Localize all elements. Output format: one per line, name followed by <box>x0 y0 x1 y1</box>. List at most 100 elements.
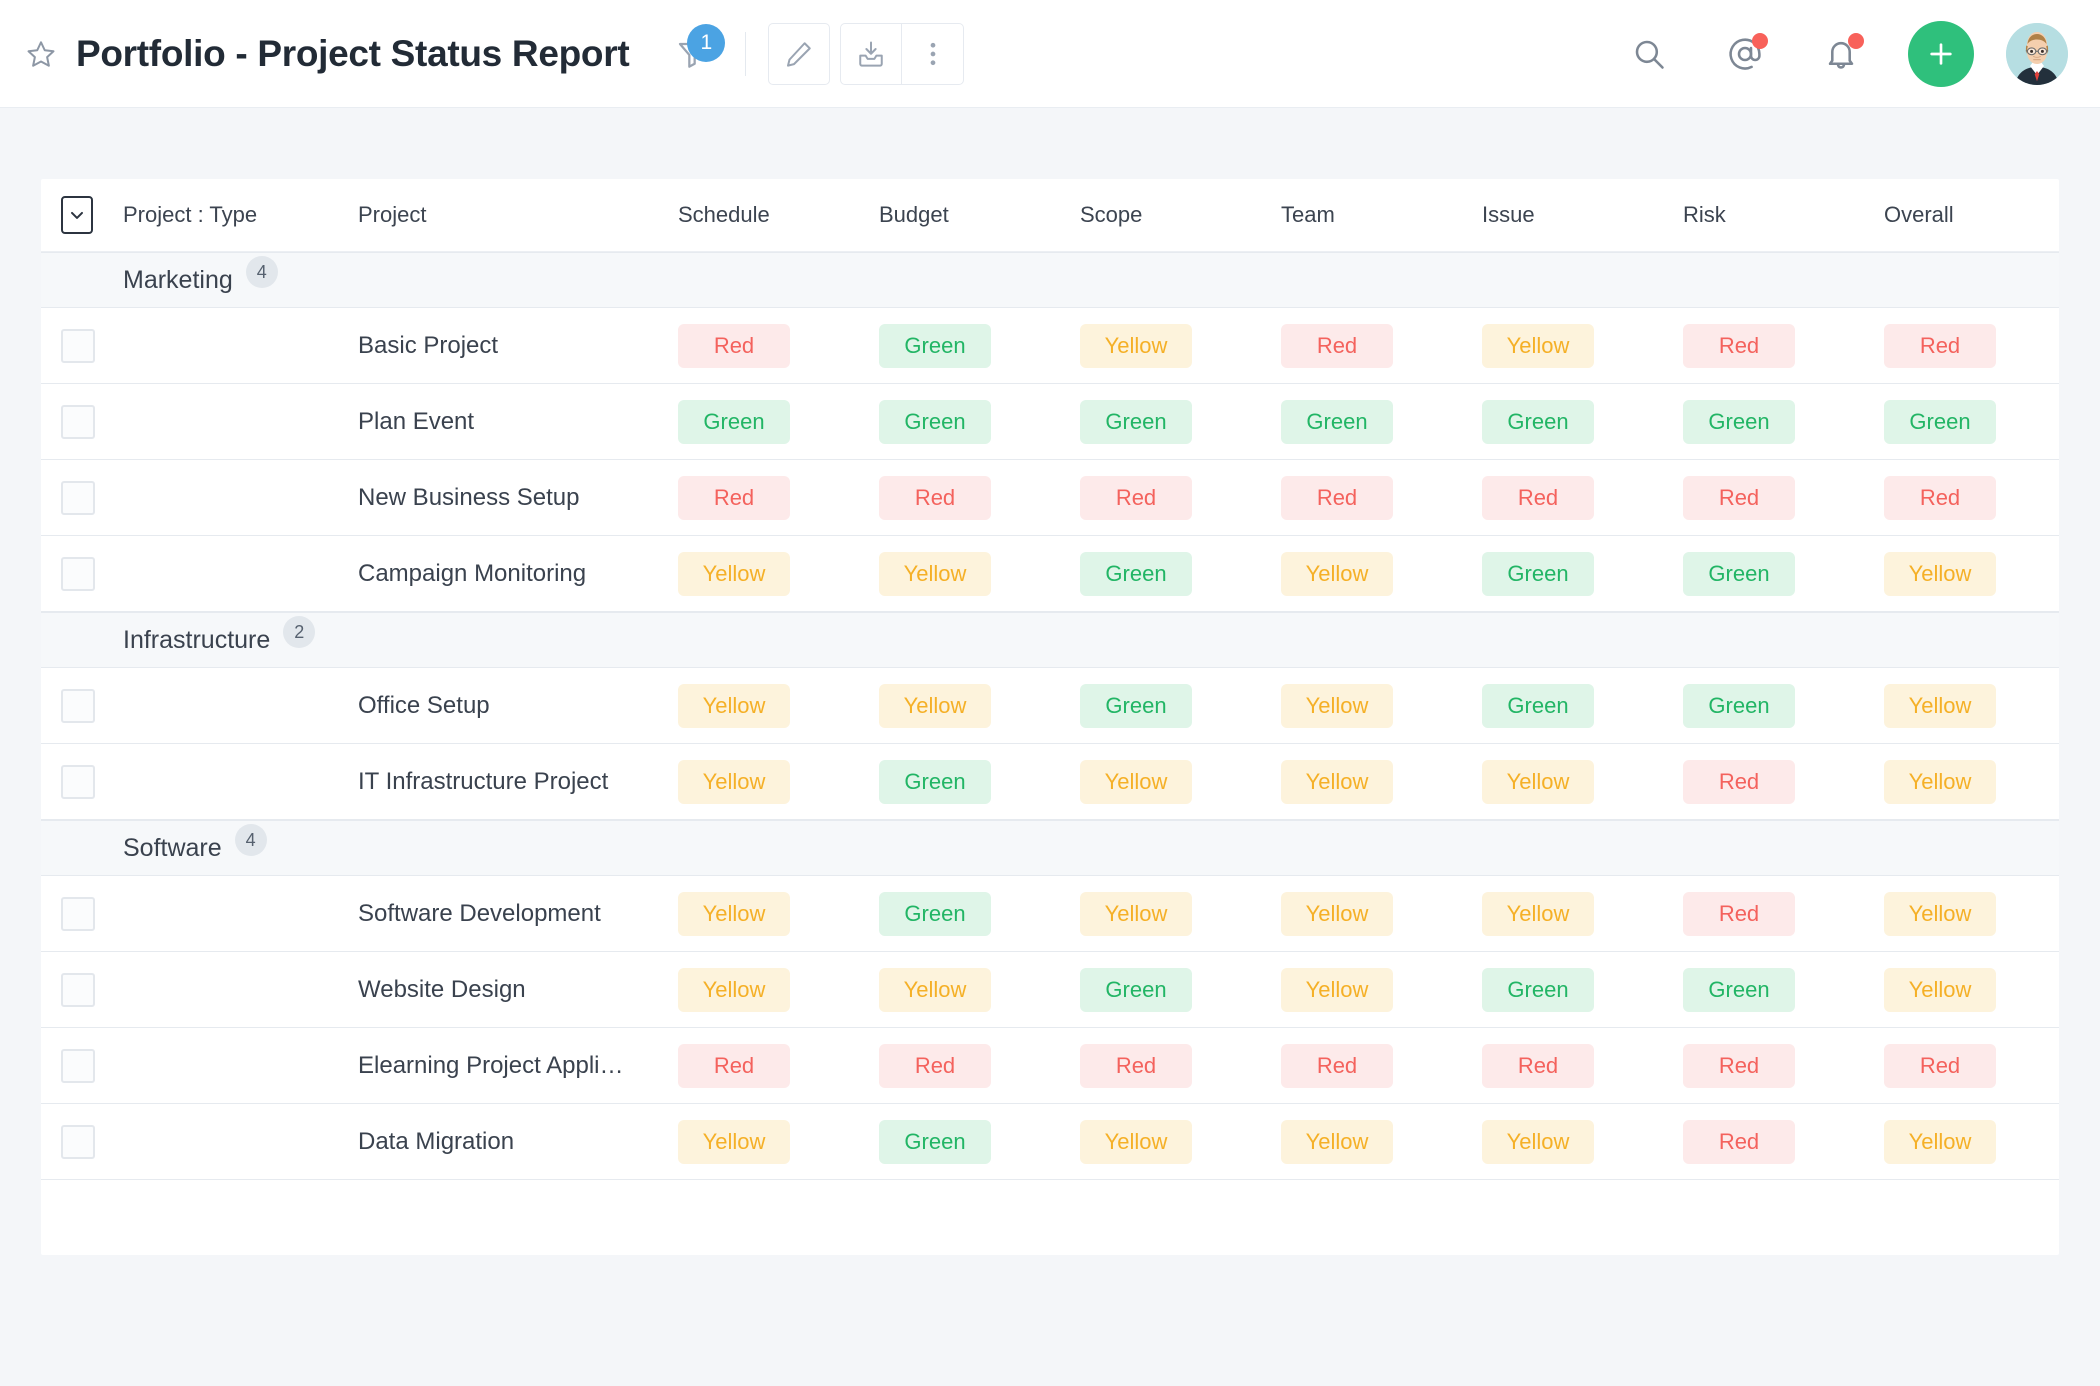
status-cell-risk[interactable]: Green <box>1683 400 1884 444</box>
status-cell-scope[interactable]: Yellow <box>1080 760 1281 804</box>
status-cell-schedule[interactable]: Red <box>678 476 879 520</box>
status-cell-overall[interactable]: Yellow <box>1884 684 2085 728</box>
status-cell-issue[interactable]: Green <box>1482 552 1683 596</box>
status-cell-issue[interactable]: Yellow <box>1482 760 1683 804</box>
select-all-checkbox[interactable] <box>61 196 93 234</box>
status-cell-overall[interactable]: Yellow <box>1884 968 2085 1012</box>
row-select-cell[interactable] <box>41 557 123 591</box>
status-cell-scope[interactable]: Green <box>1080 684 1281 728</box>
status-cell-issue[interactable]: Yellow <box>1482 1120 1683 1164</box>
row-select-cell[interactable] <box>41 329 123 363</box>
status-cell-scope[interactable]: Red <box>1080 476 1281 520</box>
status-cell-scope[interactable]: Yellow <box>1080 1120 1281 1164</box>
table-row[interactable]: Campaign MonitoringYellowYellowGreenYell… <box>41 536 2059 612</box>
status-cell-schedule[interactable]: Yellow <box>678 684 879 728</box>
status-cell-budget[interactable]: Yellow <box>879 968 1080 1012</box>
table-row[interactable]: New Business SetupRedRedRedRedRedRedRed <box>41 460 2059 536</box>
row-checkbox[interactable] <box>61 1125 95 1159</box>
status-cell-overall[interactable]: Yellow <box>1884 1120 2085 1164</box>
group-header-row[interactable]: Marketing4 <box>41 252 2059 308</box>
status-cell-issue[interactable]: Green <box>1482 400 1683 444</box>
status-cell-budget[interactable]: Green <box>879 892 1080 936</box>
status-cell-schedule[interactable]: Yellow <box>678 760 879 804</box>
row-select-cell[interactable] <box>41 1049 123 1083</box>
row-checkbox[interactable] <box>61 973 95 1007</box>
status-cell-overall[interactable]: Red <box>1884 324 2085 368</box>
row-select-cell[interactable] <box>41 689 123 723</box>
column-header-budget[interactable]: Budget <box>879 202 1080 228</box>
row-select-cell[interactable] <box>41 765 123 799</box>
column-header-type[interactable]: Project : Type <box>123 202 358 228</box>
status-cell-overall[interactable]: Yellow <box>1884 552 2085 596</box>
status-cell-team[interactable]: Yellow <box>1281 552 1482 596</box>
row-checkbox[interactable] <box>61 329 95 363</box>
status-cell-schedule[interactable]: Yellow <box>678 552 879 596</box>
column-header-team[interactable]: Team <box>1281 202 1482 228</box>
status-cell-team[interactable]: Yellow <box>1281 760 1482 804</box>
status-cell-schedule[interactable]: Red <box>678 324 879 368</box>
table-row[interactable]: Plan EventGreenGreenGreenGreenGreenGreen… <box>41 384 2059 460</box>
notifications-button[interactable] <box>1810 23 1872 85</box>
status-cell-overall[interactable]: Red <box>1884 476 2085 520</box>
status-cell-team[interactable]: Yellow <box>1281 1120 1482 1164</box>
table-row[interactable]: IT Infrastructure ProjectYellowGreenYell… <box>41 744 2059 820</box>
status-cell-issue[interactable]: Green <box>1482 968 1683 1012</box>
status-cell-issue[interactable]: Red <box>1482 1044 1683 1088</box>
status-cell-budget[interactable]: Green <box>879 400 1080 444</box>
status-cell-risk[interactable]: Red <box>1683 760 1884 804</box>
status-cell-team[interactable]: Red <box>1281 476 1482 520</box>
group-header-row[interactable]: Software4 <box>41 820 2059 876</box>
status-cell-risk[interactable]: Green <box>1683 968 1884 1012</box>
user-avatar[interactable] <box>2006 23 2068 85</box>
row-checkbox[interactable] <box>61 765 95 799</box>
status-cell-overall[interactable]: Yellow <box>1884 892 2085 936</box>
export-button[interactable] <box>840 23 902 85</box>
status-cell-risk[interactable]: Red <box>1683 892 1884 936</box>
favorite-star-icon[interactable] <box>18 31 64 77</box>
select-all-cell[interactable] <box>41 196 123 234</box>
table-row[interactable]: Data MigrationYellowGreenYellowYellowYel… <box>41 1104 2059 1180</box>
status-cell-team[interactable]: Yellow <box>1281 892 1482 936</box>
status-cell-schedule[interactable]: Yellow <box>678 968 879 1012</box>
table-row[interactable]: Software DevelopmentYellowGreenYellowYel… <box>41 876 2059 952</box>
status-cell-team[interactable]: Green <box>1281 400 1482 444</box>
status-cell-schedule[interactable]: Yellow <box>678 892 879 936</box>
column-header-risk[interactable]: Risk <box>1683 202 1884 228</box>
status-cell-risk[interactable]: Red <box>1683 324 1884 368</box>
status-cell-scope[interactable]: Green <box>1080 968 1281 1012</box>
status-cell-budget[interactable]: Green <box>879 760 1080 804</box>
row-select-cell[interactable] <box>41 405 123 439</box>
status-cell-overall[interactable]: Yellow <box>1884 760 2085 804</box>
status-cell-schedule[interactable]: Green <box>678 400 879 444</box>
group-header-row[interactable]: Infrastructure2 <box>41 612 2059 668</box>
mentions-button[interactable] <box>1714 23 1776 85</box>
status-cell-budget[interactable]: Yellow <box>879 552 1080 596</box>
search-button[interactable] <box>1618 23 1680 85</box>
status-cell-risk[interactable]: Green <box>1683 684 1884 728</box>
status-cell-budget[interactable]: Red <box>879 476 1080 520</box>
row-select-cell[interactable] <box>41 973 123 1007</box>
row-checkbox[interactable] <box>61 1049 95 1083</box>
status-cell-risk[interactable]: Red <box>1683 476 1884 520</box>
status-cell-team[interactable]: Red <box>1281 324 1482 368</box>
filter-button[interactable]: 1 <box>669 26 715 82</box>
status-cell-risk[interactable]: Red <box>1683 1120 1884 1164</box>
add-new-button[interactable] <box>1908 21 1974 87</box>
status-cell-issue[interactable]: Yellow <box>1482 892 1683 936</box>
status-cell-issue[interactable]: Green <box>1482 684 1683 728</box>
row-checkbox[interactable] <box>61 481 95 515</box>
table-row[interactable]: Website DesignYellowYellowGreenYellowGre… <box>41 952 2059 1028</box>
status-cell-team[interactable]: Yellow <box>1281 968 1482 1012</box>
column-header-schedule[interactable]: Schedule <box>678 202 879 228</box>
status-cell-scope[interactable]: Red <box>1080 1044 1281 1088</box>
status-cell-budget[interactable]: Green <box>879 1120 1080 1164</box>
status-cell-risk[interactable]: Red <box>1683 1044 1884 1088</box>
status-cell-overall[interactable]: Red <box>1884 1044 2085 1088</box>
table-row[interactable]: Basic ProjectRedGreenYellowRedYellowRedR… <box>41 308 2059 384</box>
status-cell-scope[interactable]: Yellow <box>1080 892 1281 936</box>
status-cell-team[interactable]: Yellow <box>1281 684 1482 728</box>
column-header-issue[interactable]: Issue <box>1482 202 1683 228</box>
status-cell-issue[interactable]: Yellow <box>1482 324 1683 368</box>
row-checkbox[interactable] <box>61 557 95 591</box>
status-cell-budget[interactable]: Green <box>879 324 1080 368</box>
